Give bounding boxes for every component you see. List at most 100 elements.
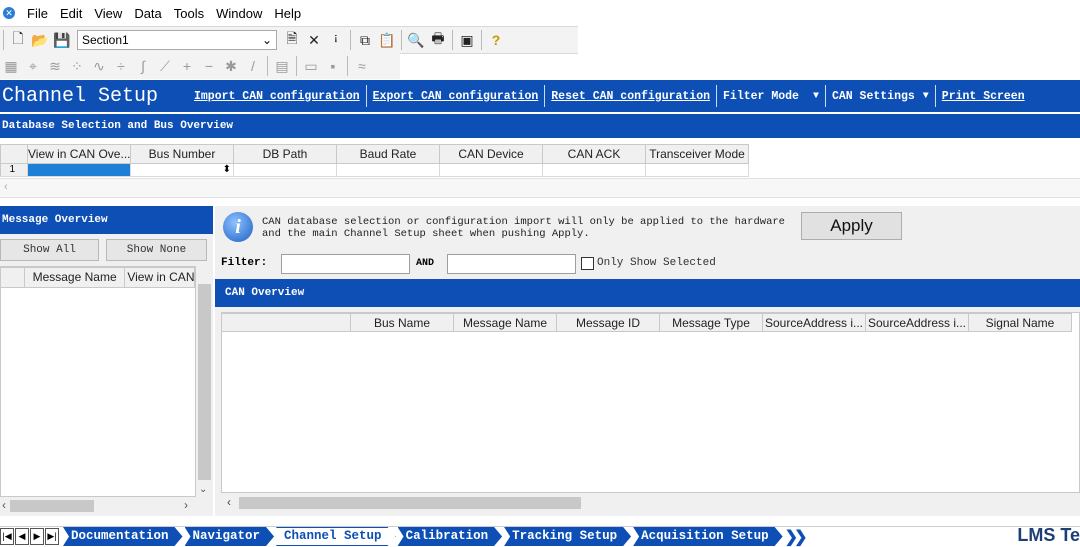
tab-navigator[interactable]: Navigator	[185, 527, 275, 546]
col-source-address-2[interactable]: SourceAddress i...	[866, 313, 969, 332]
scroll-right-icon[interactable]: ›	[184, 498, 188, 512]
minus-icon[interactable]: −	[198, 55, 220, 77]
col-view-in-can[interactable]: View in CAN Ove...	[28, 144, 131, 164]
wave-icon[interactable]: ∿	[88, 55, 110, 77]
cell-transceiver-mode[interactable]	[646, 164, 749, 177]
message-list[interactable]: Message Name View in CAN ^	[0, 266, 196, 497]
hscroll-thumb[interactable]	[10, 500, 94, 512]
col-view-in-can[interactable]: View in CAN ^	[125, 267, 195, 288]
first-tab-icon[interactable]: |◀	[0, 528, 14, 545]
col-message-id[interactable]: Message ID	[557, 313, 660, 332]
scatter-icon[interactable]: ⁘	[66, 55, 88, 77]
scroll-left-icon[interactable]: ‹	[227, 495, 231, 509]
menu-edit[interactable]: Edit	[54, 6, 88, 21]
can-overview-grid[interactable]: Bus Name Message Name Message ID Message…	[221, 312, 1080, 493]
import-can-config-link[interactable]: Import CAN configuration	[188, 90, 366, 103]
layout-icon[interactable]: ▣	[456, 29, 478, 51]
apply-button[interactable]: Apply	[801, 212, 902, 240]
menu-window[interactable]: Window	[210, 6, 268, 21]
col-baud-rate[interactable]: Baud Rate	[337, 144, 440, 164]
col-message-name[interactable]: Message Name	[24, 267, 126, 288]
filter-input-1[interactable]	[281, 254, 410, 274]
col-bus-number[interactable]: Bus Number	[131, 144, 234, 164]
divide-icon[interactable]: /	[242, 55, 264, 77]
menu-view[interactable]: View	[88, 6, 128, 21]
section-select[interactable]: Section1 ⌄	[77, 30, 277, 50]
menu-data[interactable]: Data	[128, 6, 167, 21]
new-file-icon[interactable]: 🗋	[7, 29, 29, 51]
print-preview-icon[interactable]: 🔍	[405, 29, 427, 51]
col-bus-name[interactable]: Bus Name	[351, 313, 454, 332]
export-can-config-link[interactable]: Export CAN configuration	[367, 90, 545, 103]
reset-can-config-link[interactable]: Reset CAN configuration	[545, 90, 716, 103]
plus-icon[interactable]: +	[176, 55, 198, 77]
waterfall-icon[interactable]: ≋	[44, 55, 66, 77]
show-all-button[interactable]: Show All	[0, 239, 99, 261]
paste-icon[interactable]: 📋	[376, 29, 398, 51]
cell-baud-rate[interactable]	[337, 164, 440, 177]
col-message-type[interactable]: Message Type	[660, 313, 763, 332]
save-icon[interactable]: 💾	[51, 29, 73, 51]
print-screen-link[interactable]: Print Screen	[936, 90, 1031, 103]
new-section-icon[interactable]: 🗎	[281, 29, 303, 51]
last-tab-icon[interactable]: ▶|	[45, 528, 59, 545]
vscroll-thumb[interactable]	[198, 284, 211, 480]
curve-icon[interactable]: ⟋	[154, 55, 176, 77]
properties-icon[interactable]: ▭	[300, 55, 322, 77]
col-can-ack[interactable]: CAN ACK	[543, 144, 646, 164]
cell-can-device[interactable]	[440, 164, 543, 177]
tab-tracking-setup[interactable]: Tracking Setup	[504, 527, 631, 546]
multiply-icon[interactable]: ✱	[220, 55, 242, 77]
more-tabs-icon[interactable]: ❯❯	[785, 527, 808, 547]
open-folder-icon[interactable]: 📂	[29, 29, 51, 51]
disk-icon[interactable]: ▪	[322, 55, 344, 77]
col-transceiver-mode[interactable]: Transceiver Mode	[646, 144, 749, 164]
filter-mode-dropdown[interactable]: Filter Mode ▼	[717, 90, 825, 103]
hscroll-thumb[interactable]	[239, 497, 581, 509]
cell-can-ack[interactable]	[543, 164, 646, 177]
scroll-left-icon[interactable]: ‹	[2, 498, 6, 512]
scroll-left-icon[interactable]: ‹	[4, 181, 8, 193]
print-icon[interactable]: 🖶	[427, 29, 449, 51]
next-tab-icon[interactable]: ▶	[30, 528, 44, 545]
help-icon[interactable]: ?	[485, 29, 507, 51]
delete-icon[interactable]: ✕	[303, 29, 325, 51]
scroll-down-icon[interactable]: ⌄	[199, 484, 207, 495]
cell-view-in-can[interactable]	[28, 164, 131, 177]
cursor-icon[interactable]: ⌖	[22, 55, 44, 77]
signal-icon[interactable]: ≈	[351, 55, 373, 77]
menu-help[interactable]: Help	[268, 6, 307, 21]
message-list-vscroll[interactable]: ⌄	[196, 266, 213, 497]
message-list-hscroll[interactable]: ‹ ›	[0, 497, 196, 514]
tab-channel-setup[interactable]: Channel Setup	[276, 527, 396, 546]
tab-acquisition-setup[interactable]: Acquisition Setup	[633, 527, 783, 546]
copy-icon[interactable]: ⧉	[354, 29, 376, 51]
can-settings-dropdown[interactable]: CAN Settings ▼	[826, 90, 935, 103]
col-source-address-1[interactable]: SourceAddress i...	[763, 313, 866, 332]
fraction-icon[interactable]: ÷	[110, 55, 132, 77]
col-db-path[interactable]: DB Path	[234, 144, 337, 164]
menu-file[interactable]: File	[21, 6, 54, 21]
prev-tab-icon[interactable]: ◀	[15, 528, 29, 545]
calculator-icon[interactable]: ▤	[271, 55, 293, 77]
rename-icon[interactable]: ꜟ	[325, 29, 347, 51]
filter-input-2[interactable]	[447, 254, 576, 274]
tab-documentation[interactable]: Documentation	[63, 527, 183, 546]
header-separator	[934, 85, 936, 107]
app-icon[interactable]: ✕	[3, 7, 15, 19]
only-show-selected-checkbox[interactable]	[581, 257, 594, 270]
cell-db-path[interactable]	[234, 164, 337, 177]
can-grid-hscroll[interactable]: ‹	[221, 494, 1080, 512]
menu-tools[interactable]: Tools	[168, 6, 210, 21]
col-signal-name[interactable]: Signal Name	[969, 313, 1072, 332]
tab-calibration[interactable]: Calibration	[398, 527, 503, 546]
bus-grid-scrollbar[interactable]: ‹	[0, 178, 1080, 198]
integral-icon[interactable]: ∫	[132, 55, 154, 77]
cell-bus-number[interactable]: ⬍	[131, 164, 234, 177]
spinner-icon[interactable]: ⬍	[223, 164, 231, 175]
col-can-device[interactable]: CAN Device	[440, 144, 543, 164]
toolbar-separator	[347, 56, 348, 76]
show-none-button[interactable]: Show None	[106, 239, 207, 261]
grid-icon[interactable]: ▦	[0, 55, 22, 77]
col-message-name[interactable]: Message Name	[454, 313, 557, 332]
